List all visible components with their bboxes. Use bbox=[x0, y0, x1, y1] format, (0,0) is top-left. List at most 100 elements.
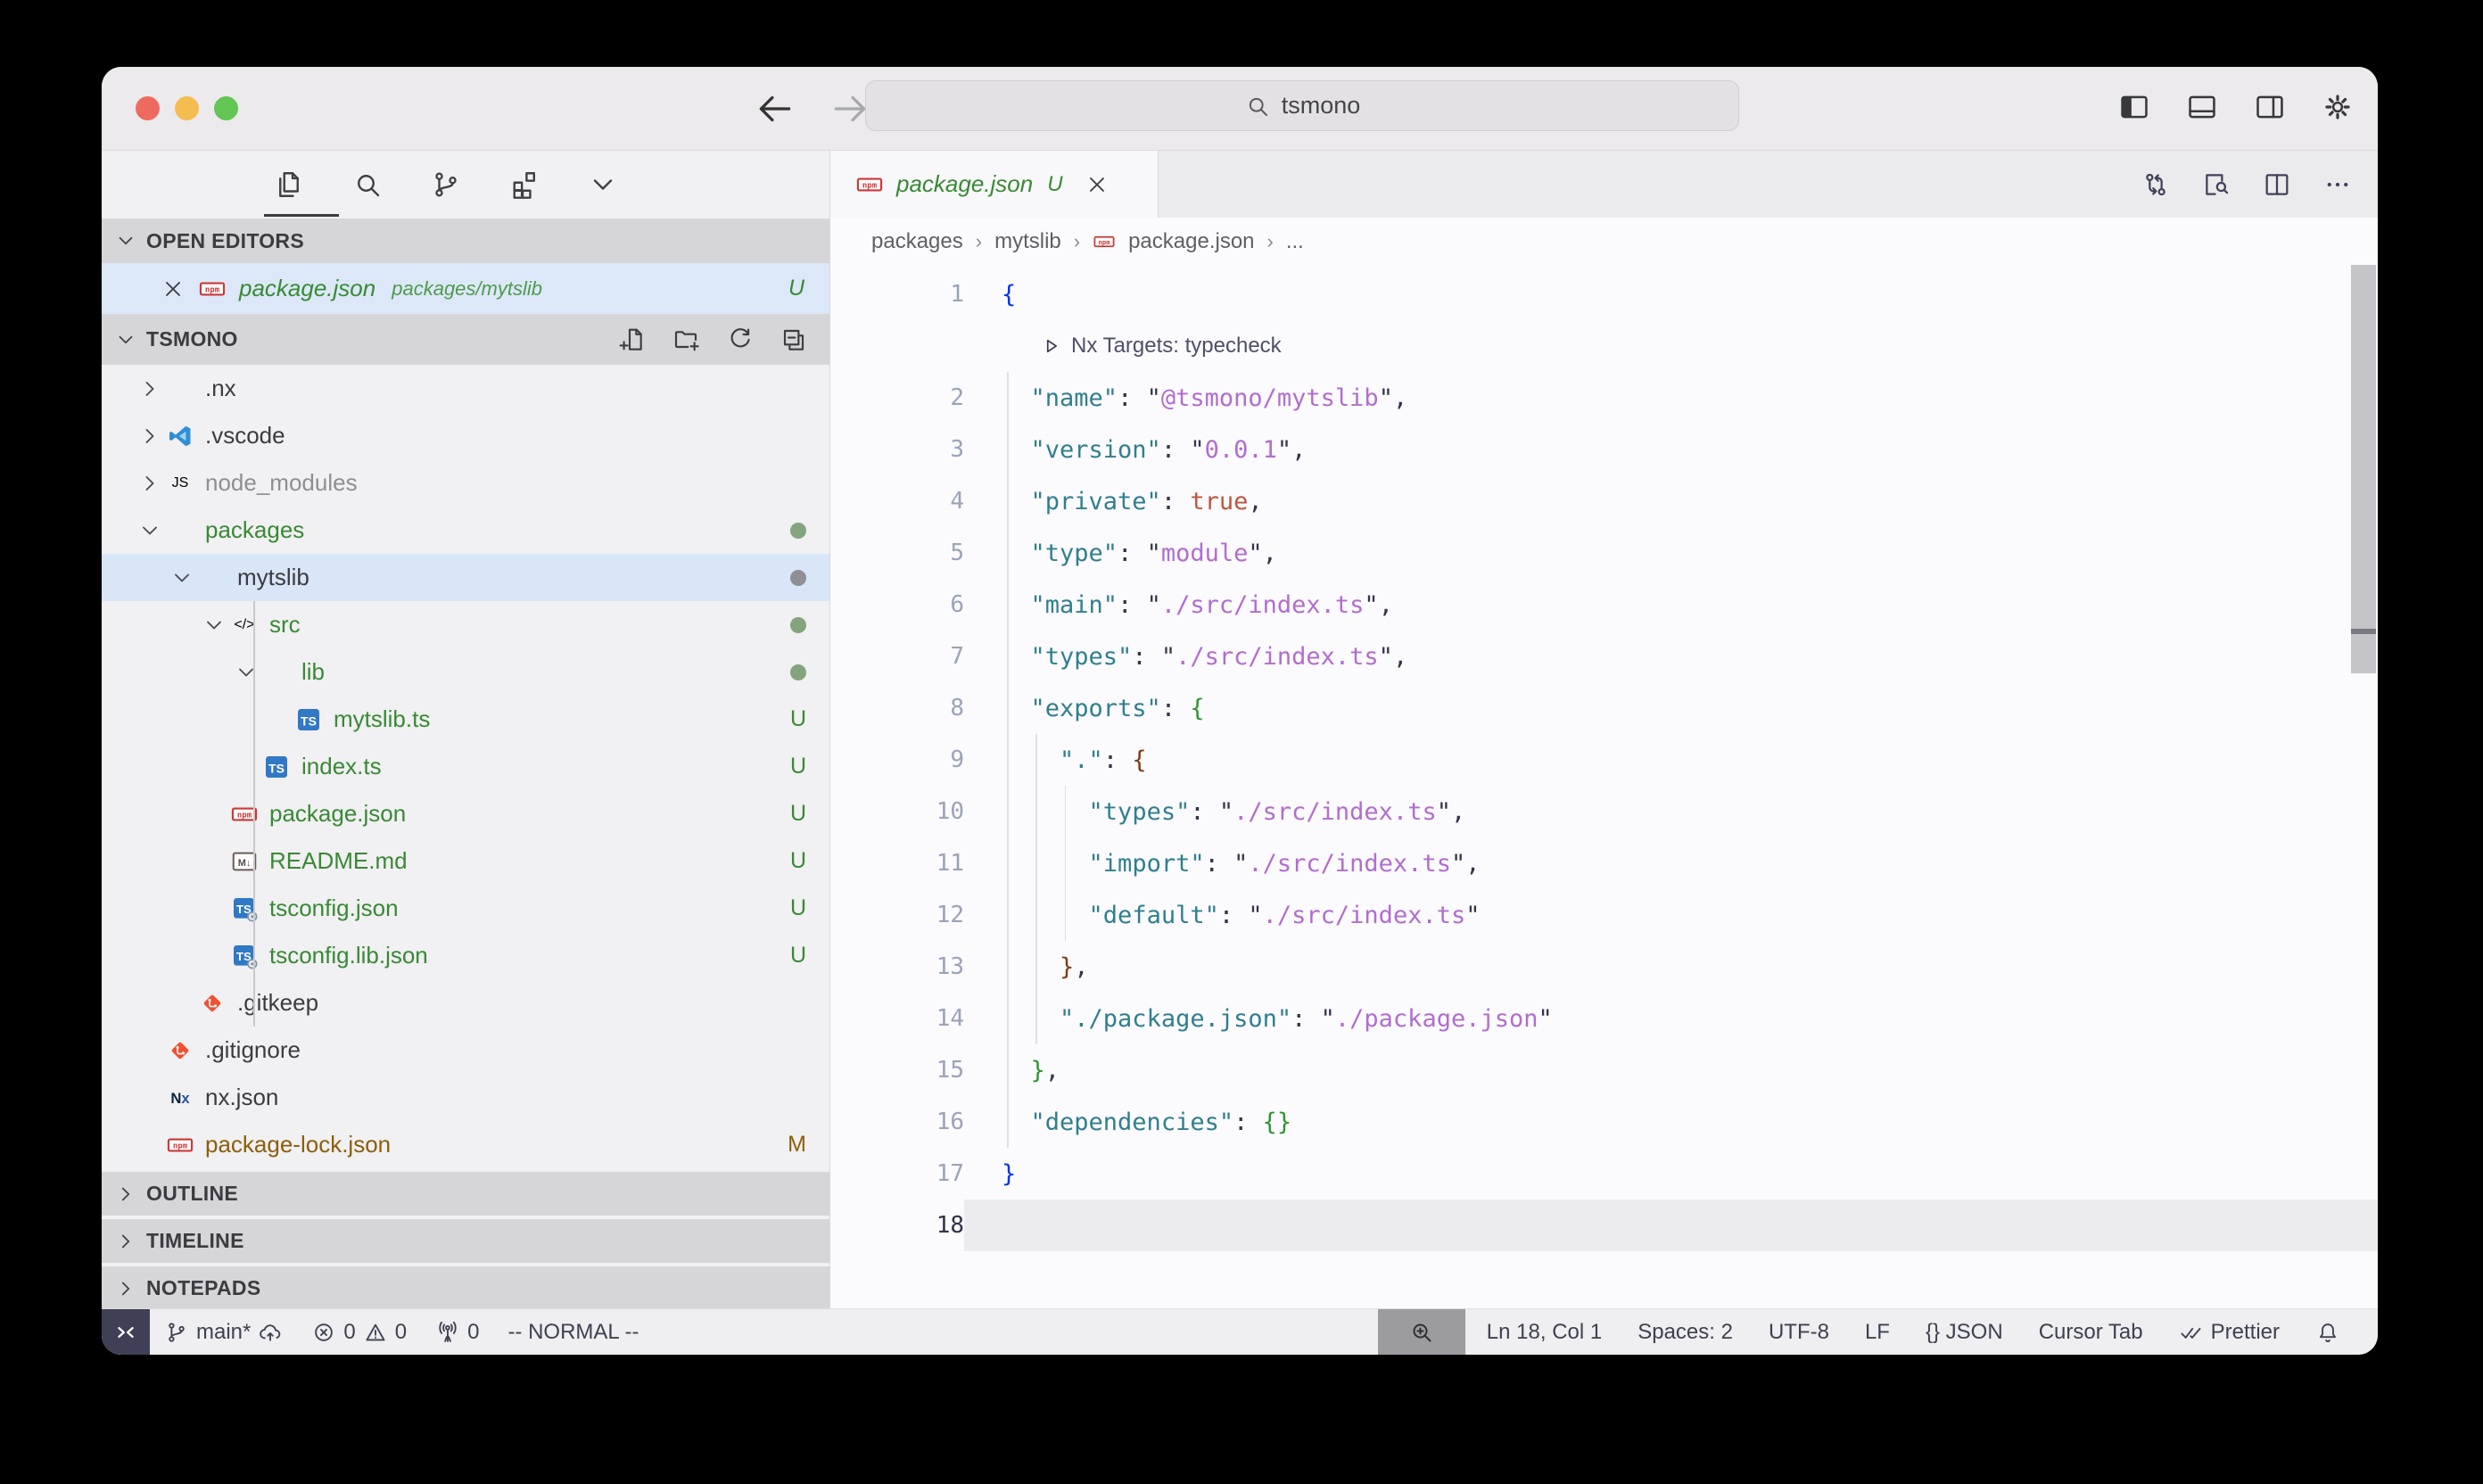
navigate-back-button[interactable] bbox=[753, 87, 797, 131]
tree-item-readme-md[interactable]: M↓README.mdU bbox=[102, 837, 829, 885]
code-line-8[interactable]: 8 "exports": { bbox=[830, 682, 2378, 734]
code-line-3[interactable]: 3 "version": "0.0.1", bbox=[830, 424, 2378, 475]
close-window-button[interactable] bbox=[136, 96, 160, 120]
split-editor-button[interactable] bbox=[2262, 169, 2292, 200]
layout-panel-button[interactable] bbox=[2182, 87, 2223, 128]
status-problems[interactable]: 00 bbox=[297, 1309, 421, 1355]
tree-item-src[interactable]: </>src bbox=[102, 601, 829, 648]
status-encoding[interactable]: UTF-8 bbox=[1754, 1309, 1844, 1355]
status-cursor-position[interactable]: Ln 18, Col 1 bbox=[1472, 1309, 1616, 1355]
activity-extensions-icon[interactable] bbox=[508, 169, 540, 201]
more-actions-button[interactable] bbox=[2322, 169, 2353, 200]
tree-item--gitignore[interactable]: .gitignore bbox=[102, 1026, 829, 1074]
breadcrumb-item[interactable]: package.json bbox=[1128, 229, 1254, 254]
breadcrumb-item[interactable]: packages bbox=[871, 229, 963, 254]
open-changes-button[interactable] bbox=[2141, 169, 2171, 200]
line-content: "default": "./src/index.ts" bbox=[1002, 902, 1480, 929]
tree-item-nx-json[interactable]: Nxnx.json bbox=[102, 1074, 829, 1121]
activity-explorer-icon[interactable] bbox=[273, 169, 305, 201]
tree-item-tsconfig-json[interactable]: TStsconfig.jsonU bbox=[102, 885, 829, 932]
code-line-4[interactable]: 4 "private": true, bbox=[830, 475, 2378, 527]
tree-item-label: .vscode bbox=[205, 422, 285, 449]
status-git-branch[interactable]: main* bbox=[150, 1309, 297, 1355]
code-line-13[interactable]: 13 }, bbox=[830, 941, 2378, 993]
minimize-window-button[interactable] bbox=[175, 96, 199, 120]
timeline-section-header[interactable]: TIMELINE bbox=[102, 1219, 829, 1263]
code-line-18[interactable]: 18 bbox=[830, 1200, 2378, 1251]
code-line-16[interactable]: 16 "dependencies": {} bbox=[830, 1096, 2378, 1148]
codelens-nx-targets[interactable]: Nx Targets: typecheck bbox=[830, 320, 2378, 372]
layout-sidebar-left-button[interactable] bbox=[2114, 87, 2155, 128]
activity-more-views-icon[interactable] bbox=[587, 169, 619, 201]
tree-item--gitkeep[interactable]: .gitkeep bbox=[102, 979, 829, 1026]
tree-item-node-modules[interactable]: JSnode_modules bbox=[102, 459, 829, 507]
refresh-button[interactable] bbox=[726, 326, 755, 354]
tree-item-lib[interactable]: lib bbox=[102, 648, 829, 696]
code-line-2[interactable]: 2 "name": "@tsmono/mytslib", bbox=[830, 372, 2378, 424]
code-line-14[interactable]: 14 "./package.json": "./package.json" bbox=[830, 993, 2378, 1044]
tree-item--nx[interactable]: .nx bbox=[102, 365, 829, 412]
status-indentation[interactable]: Spaces: 2 bbox=[1623, 1309, 1747, 1355]
tree-item-tsconfig-lib-json[interactable]: TStsconfig.lib.jsonU bbox=[102, 932, 829, 979]
status-cursor-tab[interactable]: Cursor Tab bbox=[2025, 1309, 2157, 1355]
activity-source-control-icon[interactable] bbox=[430, 169, 462, 201]
open-editor-item[interactable]: npm package.json packages/mytslib U bbox=[102, 263, 829, 314]
line-number: 9 bbox=[830, 746, 964, 773]
layout-sidebar-right-button[interactable] bbox=[2249, 87, 2290, 128]
maximize-window-button[interactable] bbox=[214, 96, 238, 120]
notepads-section-header[interactable]: NOTEPADS bbox=[102, 1266, 829, 1310]
explorer-actions bbox=[619, 326, 817, 354]
status-ports[interactable]: 0 bbox=[421, 1309, 493, 1355]
close-editor-icon[interactable] bbox=[161, 276, 186, 301]
outline-section-header[interactable]: OUTLINE bbox=[102, 1172, 829, 1216]
code-editor[interactable]: 1{Nx Targets: typecheck2 "name": "@tsmon… bbox=[830, 265, 2378, 1308]
settings-gear-button[interactable] bbox=[2317, 87, 2358, 128]
code-line-5[interactable]: 5 "type": "module", bbox=[830, 527, 2378, 579]
status-notifications[interactable] bbox=[2301, 1309, 2355, 1355]
explorer-section-header[interactable]: TSMONO bbox=[102, 314, 829, 365]
breadcrumb-item[interactable]: ... bbox=[1286, 229, 1304, 254]
tree-item-packages[interactable]: packages bbox=[102, 507, 829, 554]
code-line-10[interactable]: 10 "types": "./src/index.ts", bbox=[830, 786, 2378, 837]
status-eol[interactable]: LF bbox=[1851, 1309, 1904, 1355]
open-editors-header[interactable]: OPEN EDITORS bbox=[102, 218, 829, 263]
code-line-17[interactable]: 17} bbox=[830, 1148, 2378, 1200]
line-number: 3 bbox=[830, 436, 964, 463]
code-line-9[interactable]: 9 ".": { bbox=[830, 734, 2378, 786]
code-line-7[interactable]: 7 "types": "./src/index.ts", bbox=[830, 631, 2378, 682]
tree-item-index-ts[interactable]: TSindex.tsU bbox=[102, 743, 829, 790]
tree-item-package-json[interactable]: npmpackage.jsonU bbox=[102, 790, 829, 837]
code-line-11[interactable]: 11 "import": "./src/index.ts", bbox=[830, 837, 2378, 889]
code-line-12[interactable]: 12 "default": "./src/index.ts" bbox=[830, 889, 2378, 941]
status-formatter[interactable]: Prettier bbox=[2165, 1309, 2294, 1355]
status-vim-mode[interactable]: -- NORMAL -- bbox=[493, 1309, 653, 1355]
activity-search-icon[interactable] bbox=[351, 169, 384, 201]
line-number: 1 bbox=[830, 281, 964, 308]
search-editor-button[interactable] bbox=[2201, 169, 2231, 200]
chevron-down-icon bbox=[137, 518, 162, 543]
tree-item--vscode[interactable]: .vscode bbox=[102, 412, 829, 459]
code-line-15[interactable]: 15 }, bbox=[830, 1044, 2378, 1096]
status-language-mode[interactable]: {} JSON bbox=[1911, 1309, 2017, 1355]
status-zoom-indicator[interactable] bbox=[1378, 1309, 1465, 1355]
breadcrumb-item[interactable]: mytslib bbox=[994, 229, 1061, 254]
code-line-6[interactable]: 6 "main": "./src/index.ts", bbox=[830, 579, 2378, 631]
tree-item-mytslib[interactable]: mytslib bbox=[102, 554, 829, 601]
git-status-badge bbox=[790, 617, 806, 633]
tree-item-mytslib-ts[interactable]: TSmytslib.tsU bbox=[102, 696, 829, 743]
line-content: "version": "0.0.1", bbox=[1002, 436, 1306, 464]
editor-scrollbar[interactable] bbox=[2351, 265, 2376, 673]
git-status-badge: U bbox=[790, 801, 806, 827]
line-content: "private": true, bbox=[1002, 488, 1263, 515]
new-folder-button[interactable] bbox=[672, 326, 701, 354]
collapse-all-button[interactable] bbox=[780, 326, 808, 354]
tree-item-package-lock-json[interactable]: npmpackage-lock.jsonM bbox=[102, 1121, 829, 1168]
status-remote-indicator[interactable] bbox=[102, 1309, 150, 1355]
command-center-search[interactable]: tsmono bbox=[865, 80, 1739, 131]
svg-text:TS: TS bbox=[268, 761, 285, 775]
close-tab-icon[interactable] bbox=[1085, 172, 1110, 197]
new-file-button[interactable] bbox=[619, 326, 648, 354]
tab-package-json[interactable]: npm package.json U bbox=[830, 151, 1159, 218]
code-line-1[interactable]: 1{ bbox=[830, 268, 2378, 320]
line-content: "name": "@tsmono/mytslib", bbox=[1002, 384, 1407, 412]
